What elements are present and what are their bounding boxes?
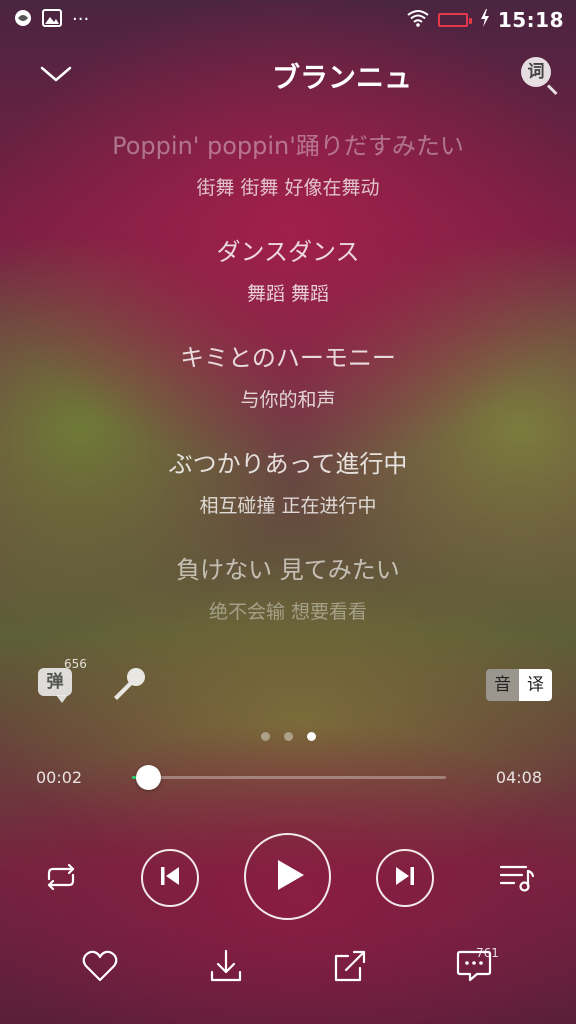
lyrics-icon: 词 [521, 57, 551, 87]
karaoke-button[interactable] [108, 664, 150, 706]
heart-icon [81, 949, 119, 987]
download-icon [208, 948, 244, 988]
progress-bar[interactable] [132, 765, 446, 790]
share-button[interactable] [328, 946, 372, 990]
page-indicator [0, 732, 576, 741]
status-left-icons: ··· [14, 9, 89, 31]
notification-icon [14, 9, 32, 31]
like-button[interactable] [78, 946, 122, 990]
danmu-icon: 弹 [38, 668, 72, 703]
playback-controls [0, 832, 576, 924]
gallery-icon [42, 9, 62, 31]
lyric-translation: 绝不会输 想要看看 [208, 601, 368, 623]
phonetic-toggle[interactable]: 音 [486, 669, 519, 701]
danmu-count: 656 [64, 657, 87, 671]
total-time: 04:08 [495, 768, 542, 787]
page-dot [306, 732, 316, 741]
repeat-icon [41, 862, 81, 896]
playlist-button[interactable] [494, 856, 540, 902]
share-icon [332, 948, 368, 988]
lyrics-panel[interactable]: Poppin' poppin'踊りだすみたい 街舞 街舞 好像在舞动 ダンスダン… [0, 128, 576, 658]
previous-icon [159, 865, 181, 891]
charging-icon [480, 9, 490, 31]
play-icon [276, 858, 306, 896]
lyric-original: ぶつかりあって進行中 [168, 450, 408, 478]
lyric-original: Poppin' poppin'踊りだすみたい [112, 132, 464, 160]
more-dots-icon: ··· [72, 9, 90, 30]
clock: 15:18 [497, 8, 564, 32]
wifi-icon [406, 9, 430, 31]
danmu-button[interactable]: 弹 [38, 666, 74, 703]
lyrics-search-button[interactable]: 词 [518, 54, 562, 98]
progress-thumb[interactable] [135, 765, 161, 790]
status-right-icons: 15:18 [406, 8, 564, 32]
repeat-button[interactable] [38, 856, 84, 902]
previous-button[interactable] [141, 849, 199, 907]
magnifier-handle [546, 84, 558, 96]
elapsed-time: 00:02 [36, 768, 83, 787]
lyric-line: ぶつかりあって進行中 相互碰撞 正在进行中 [0, 446, 576, 552]
download-button[interactable] [204, 946, 248, 990]
lyric-line: 負けない 見てみたい 绝不会输 想要看看 [0, 552, 576, 658]
comment-count: 761 [476, 946, 499, 960]
song-title: ブランニュ [271, 61, 412, 94]
page-dot [283, 732, 293, 741]
lyric-line: Poppin' poppin'踊りだすみたい 街舞 街舞 好像在舞动 [0, 128, 576, 234]
next-button[interactable] [376, 849, 434, 907]
lyric-translation: 街舞 街舞 好像在舞动 [196, 177, 380, 199]
lyric-line: キミとのハーモニー 与你的和声 [0, 340, 576, 446]
lyric-original: ダンスダンス [216, 238, 360, 266]
playlist-icon [498, 861, 536, 897]
status-bar: ··· 15:18 [0, 0, 576, 42]
battery-icon [437, 13, 472, 27]
microphone-icon [108, 668, 150, 710]
lyric-original: キミとのハーモニー [180, 344, 396, 372]
translation-toggle[interactable]: 译 [519, 669, 552, 701]
lyric-translation: 相互碰撞 正在进行中 [199, 495, 377, 517]
lyric-translation: 舞蹈 舞蹈 [246, 283, 330, 305]
next-icon [394, 865, 416, 891]
lyrics-mode-toggle[interactable]: 音 译 [486, 669, 552, 701]
lyric-original: 負けない 見てみたい [176, 556, 400, 584]
lyric-line: ダンスダンス 舞蹈 舞蹈 [0, 234, 576, 340]
page-dot [260, 732, 270, 741]
lyric-translation: 与你的和声 [240, 389, 336, 411]
play-button[interactable] [244, 833, 331, 920]
player-header: ブランニュ 词 [0, 48, 576, 104]
